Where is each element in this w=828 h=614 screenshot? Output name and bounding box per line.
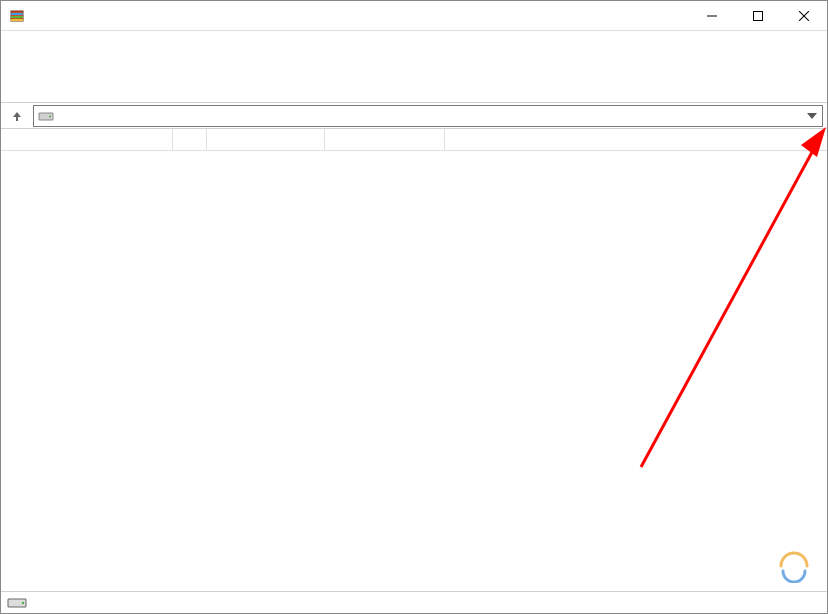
winrar-icon (9, 8, 25, 24)
address-field[interactable] (33, 105, 823, 127)
status-left (7, 597, 33, 609)
maximize-button[interactable] (735, 1, 781, 31)
titlebar (1, 1, 827, 31)
column-headers (1, 129, 827, 151)
menu-command[interactable] (23, 40, 39, 44)
minimize-button[interactable] (689, 1, 735, 31)
menu-help[interactable] (87, 40, 103, 44)
menu-tools[interactable] (39, 40, 55, 44)
menu-file[interactable] (7, 40, 23, 44)
drive-icon (38, 110, 54, 122)
menubar (1, 31, 827, 53)
window-controls (689, 1, 827, 31)
col-header-date[interactable] (325, 129, 445, 150)
menu-favorites[interactable] (55, 40, 71, 44)
file-list[interactable] (1, 151, 827, 591)
nav-up-button[interactable] (5, 105, 29, 127)
col-header-type[interactable] (207, 129, 325, 150)
menu-options[interactable] (71, 40, 87, 44)
address-dropdown-button[interactable] (803, 106, 821, 126)
toolbar (1, 53, 827, 103)
col-header-size[interactable] (173, 129, 207, 150)
close-button[interactable] (781, 1, 827, 31)
col-header-name[interactable] (1, 129, 173, 150)
disk-icon (7, 597, 27, 609)
statusbar (1, 591, 827, 613)
main-window (0, 0, 828, 614)
addressbar (1, 103, 827, 129)
